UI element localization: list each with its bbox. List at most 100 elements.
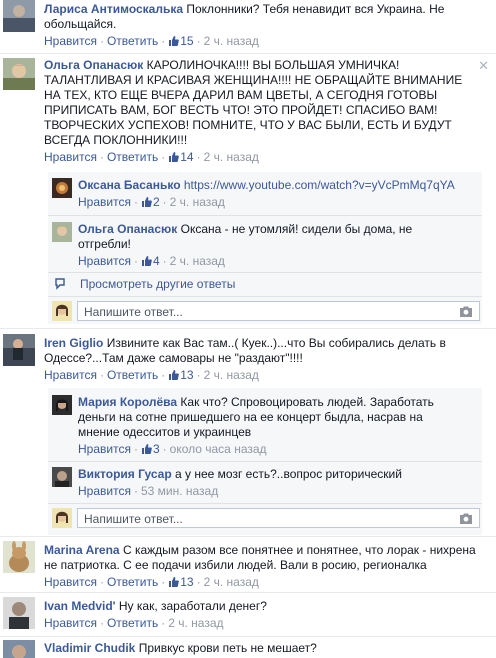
avatar[interactable] bbox=[52, 467, 72, 487]
comment-text: Привкус крови петь не мешает? bbox=[138, 641, 317, 655]
like-link[interactable]: Нравится bbox=[44, 575, 97, 589]
comment-author[interactable]: Vladimir Chudik bbox=[44, 641, 135, 655]
reply-link-url[interactable]: https://www.youtube.com/watch?v=yVcPmMq7… bbox=[184, 178, 455, 192]
divider bbox=[0, 592, 496, 593]
thumbs-up-icon bbox=[141, 444, 152, 454]
replies-icon bbox=[55, 278, 65, 290]
comment-author[interactable]: Ольга Опанасюк bbox=[44, 58, 143, 72]
thumbs-up-icon bbox=[169, 370, 180, 380]
comment: Ольга Опанасюк КАРОЛИНОЧКА!!!! ВЫ БОЛЬША… bbox=[44, 58, 474, 165]
thumbs-up-icon bbox=[169, 577, 180, 587]
comment-time[interactable]: 2 ч. назад bbox=[204, 368, 259, 382]
reply-author[interactable]: Виктория Гусар bbox=[78, 467, 172, 481]
camera-icon[interactable] bbox=[459, 306, 473, 317]
like-link[interactable]: Нравится bbox=[44, 368, 97, 382]
comment: Vladimir Chudik Привкус крови петь не ме… bbox=[44, 641, 484, 656]
thumbs-up-icon bbox=[141, 197, 152, 207]
like-count[interactable]: 3 bbox=[141, 442, 160, 456]
like-link[interactable]: Нравится bbox=[44, 616, 97, 630]
like-link[interactable]: Нравится bbox=[78, 254, 131, 268]
comment-actions: Нравится · Ответить · 2 ч. назад bbox=[44, 616, 224, 630]
comment-time[interactable]: 2 ч. назад bbox=[204, 34, 259, 48]
comment: Marina Arena С каждым разом все понятнее… bbox=[44, 543, 484, 590]
reply-input[interactable]: Напишите ответ... bbox=[77, 301, 480, 321]
thumbs-up-icon bbox=[141, 256, 152, 266]
comment: Лариса Антимоскалька Поклонники? Тебя не… bbox=[44, 2, 484, 49]
reply: Оксана Басанько https://www.youtube.com/… bbox=[78, 178, 478, 210]
like-link[interactable]: Нравится bbox=[44, 150, 97, 164]
reply-actions: Нравится · 53 мин. назад bbox=[78, 484, 219, 498]
comment-time[interactable]: 2 ч. назад bbox=[168, 616, 223, 630]
thumbs-up-icon bbox=[169, 36, 180, 46]
like-count[interactable]: 13 bbox=[168, 368, 194, 382]
avatar[interactable] bbox=[52, 222, 72, 242]
divider bbox=[48, 272, 482, 273]
avatar[interactable] bbox=[52, 178, 72, 198]
divider bbox=[0, 636, 496, 637]
like-link[interactable]: Нравится bbox=[78, 195, 131, 209]
divider bbox=[48, 503, 482, 504]
reply-text: а у нее мозг есть?..вопрос риторический bbox=[175, 467, 402, 481]
avatar[interactable] bbox=[3, 0, 35, 32]
reply-input-placeholder: Напишите ответ... bbox=[84, 512, 183, 526]
thumbs-up-icon bbox=[169, 152, 180, 162]
comment-actions: Нравится · Ответить · 13 · 2 ч. назад bbox=[44, 368, 259, 382]
like-count[interactable]: 13 bbox=[168, 575, 194, 589]
comment-text: Извините как Вас там..( Куек..)...что Вы… bbox=[44, 336, 446, 365]
comment-author[interactable]: Marina Arena bbox=[44, 543, 120, 557]
like-link[interactable]: Нравится bbox=[78, 484, 131, 498]
avatar[interactable] bbox=[3, 58, 35, 90]
reply-author[interactable]: Мария Королёва bbox=[78, 395, 177, 409]
camera-icon[interactable] bbox=[459, 513, 473, 524]
reply-link[interactable]: Ответить bbox=[107, 368, 158, 382]
reply-link[interactable]: Ответить bbox=[107, 616, 158, 630]
reply-time[interactable]: 53 мин. назад bbox=[141, 484, 218, 498]
reply-actions: Нравится · 4 · 2 ч. назад bbox=[78, 254, 225, 268]
reply-author[interactable]: Оксана Басанько bbox=[78, 178, 181, 192]
divider bbox=[48, 461, 482, 462]
avatar[interactable] bbox=[3, 597, 35, 629]
divider bbox=[48, 296, 482, 297]
comment-actions: Нравится · Ответить · 14 · 2 ч. назад bbox=[44, 150, 259, 164]
comment-text: Ну как, заработали денег? bbox=[118, 599, 267, 613]
reply-input-placeholder: Напишите ответ... bbox=[84, 305, 183, 319]
avatar bbox=[52, 301, 72, 321]
comment-actions: Нравится · Ответить · 13 · 2 ч. назад bbox=[44, 575, 259, 589]
view-more-replies[interactable]: Просмотреть другие ответы bbox=[80, 276, 235, 292]
avatar[interactable] bbox=[3, 541, 35, 573]
close-icon[interactable]: ✕ bbox=[478, 58, 489, 74]
divider bbox=[0, 53, 496, 54]
reply-link[interactable]: Ответить bbox=[107, 575, 158, 589]
avatar[interactable] bbox=[3, 640, 35, 658]
divider bbox=[48, 215, 482, 216]
avatar[interactable] bbox=[52, 395, 72, 415]
reply-time[interactable]: 2 ч. назад bbox=[170, 254, 225, 268]
reply: Виктория Гусар а у нее мозг есть?..вопро… bbox=[78, 467, 478, 499]
reply: Мария Королёва Как что? Спровоцировать л… bbox=[78, 395, 463, 457]
like-count[interactable]: 2 bbox=[141, 195, 160, 209]
reply-author[interactable]: Ольга Опанасюк bbox=[78, 222, 177, 236]
reply-link[interactable]: Ответить bbox=[107, 150, 158, 164]
comment-actions: Нравится · Ответить · 15 · 2 ч. назад bbox=[44, 34, 259, 48]
reply-time[interactable]: около часа назад bbox=[170, 442, 267, 456]
divider bbox=[0, 328, 496, 329]
like-count[interactable]: 15 bbox=[168, 34, 194, 48]
comment-author[interactable]: Ivan Medvid' bbox=[44, 599, 116, 613]
like-count[interactable]: 4 bbox=[141, 254, 160, 268]
comment-author[interactable]: Лариса Антимоскалька bbox=[44, 2, 183, 16]
like-link[interactable]: Нравится bbox=[78, 442, 131, 456]
like-link[interactable]: Нравится bbox=[44, 34, 97, 48]
comment: Ivan Medvid' Ну как, заработали денег? Н… bbox=[44, 599, 484, 631]
comment-author[interactable]: Iren Giglio bbox=[44, 336, 103, 350]
comment-time[interactable]: 2 ч. назад bbox=[204, 150, 259, 164]
reply-actions: Нравится · 2 · 2 ч. назад bbox=[78, 195, 225, 209]
avatar[interactable] bbox=[3, 334, 35, 366]
reply: Ольга Опанасюк Оксана - не утомляй! сиде… bbox=[78, 222, 423, 269]
reply-time[interactable]: 2 ч. назад bbox=[170, 195, 225, 209]
comment: Iren Giglio Извините как Вас там..( Куек… bbox=[44, 336, 454, 383]
divider bbox=[0, 536, 496, 537]
comment-time[interactable]: 2 ч. назад bbox=[204, 575, 259, 589]
like-count[interactable]: 14 bbox=[168, 150, 194, 164]
reply-link[interactable]: Ответить bbox=[107, 34, 158, 48]
reply-input[interactable]: Напишите ответ... bbox=[77, 508, 480, 528]
